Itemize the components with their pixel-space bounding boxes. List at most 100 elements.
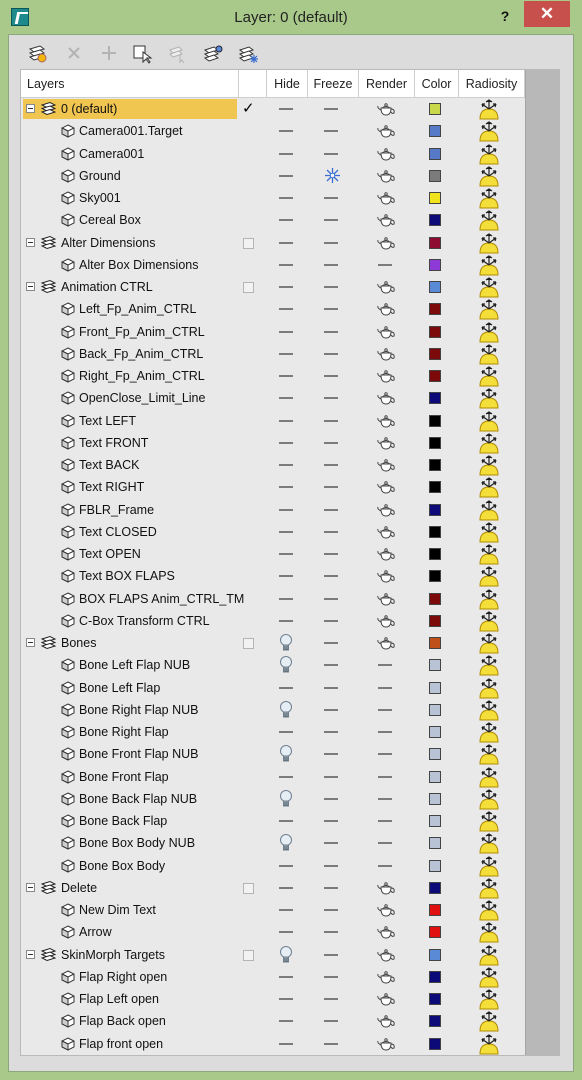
radiosity-toggle-icon[interactable]	[479, 143, 499, 165]
layer-name[interactable]: Alter Dimensions	[61, 232, 155, 254]
hide-toggle-lightbulb-icon[interactable]	[279, 833, 293, 853]
freeze-toggle-snowflake-icon[interactable]	[324, 167, 341, 184]
collapse-toggle-icon[interactable]	[26, 949, 35, 959]
render-toggle-teapot-icon[interactable]	[376, 191, 396, 206]
color-swatch[interactable]	[429, 703, 441, 716]
object-row-flap-front-open[interactable]: Flap front open	[21, 1033, 525, 1055]
close-button[interactable]: ✕	[524, 1, 570, 27]
freeze-toggle[interactable]	[324, 708, 338, 711]
hide-toggle[interactable]	[279, 575, 293, 578]
freeze-toggle[interactable]	[324, 797, 338, 800]
freeze-toggle[interactable]	[324, 197, 338, 199]
color-swatch[interactable]	[429, 192, 441, 204]
radiosity-toggle-icon[interactable]	[479, 967, 499, 988]
render-toggle-teapot-icon[interactable]	[376, 369, 396, 384]
object-row-text-back[interactable]: Text BACK	[21, 454, 525, 476]
radiosity-toggle-icon[interactable]	[479, 344, 499, 365]
freeze-toggle[interactable]	[324, 352, 338, 355]
freeze-toggle[interactable]	[324, 241, 338, 244]
color-swatch[interactable]	[429, 837, 441, 850]
hide-toggle[interactable]	[279, 263, 293, 266]
render-toggle-teapot-icon[interactable]	[376, 236, 396, 251]
radiosity-toggle-icon[interactable]	[479, 1011, 499, 1032]
radiosity-toggle-icon[interactable]	[479, 833, 499, 854]
collapse-toggle-icon[interactable]	[26, 638, 35, 647]
object-name[interactable]: Bone Front Flap NUB	[79, 743, 199, 765]
freeze-toggle[interactable]	[324, 286, 338, 288]
hide-toggle[interactable]	[279, 352, 293, 355]
object-row-cereal-box[interactable]: Cereal Box	[21, 209, 525, 231]
object-name[interactable]: Text BACK	[79, 454, 139, 476]
object-name[interactable]: Bone Back Flap	[79, 810, 167, 832]
freeze-toggle[interactable]	[324, 530, 338, 533]
color-swatch[interactable]	[429, 281, 441, 293]
freeze-toggle[interactable]	[324, 330, 338, 333]
render-toggle[interactable]	[378, 864, 392, 867]
render-toggle-teapot-icon[interactable]	[376, 102, 396, 117]
set-current-layer-checkbox[interactable]	[243, 638, 254, 649]
color-swatch[interactable]	[429, 815, 441, 827]
object-row-ground[interactable]: Ground	[21, 165, 525, 187]
color-swatch[interactable]	[429, 792, 441, 805]
object-name[interactable]: Text FRONT	[79, 432, 148, 454]
radiosity-toggle-icon[interactable]	[479, 232, 499, 254]
render-toggle-teapot-icon[interactable]	[376, 592, 396, 607]
hide-toggle[interactable]	[279, 308, 293, 311]
collapse-toggle-icon[interactable]	[26, 237, 35, 247]
radiosity-toggle-icon[interactable]	[479, 299, 499, 320]
set-current-layer-checkbox[interactable]	[243, 237, 254, 249]
object-row-back-fp-anim-ctrl[interactable]: Back_Fp_Anim_CTRL	[21, 343, 525, 365]
column-header-layers[interactable]: Layers	[21, 70, 239, 98]
hide-toggle[interactable]	[279, 441, 293, 444]
color-swatch[interactable]	[429, 859, 441, 872]
hide-toggle[interactable]	[279, 130, 293, 133]
freeze-toggle[interactable]	[324, 263, 338, 266]
render-toggle-teapot-icon[interactable]	[376, 503, 396, 518]
object-row-left-fp-anim-ctrl[interactable]: Left_Fp_Anim_CTRL	[21, 298, 525, 320]
set-current-layer-checkbox[interactable]	[243, 882, 254, 894]
radiosity-toggle-icon[interactable]	[479, 99, 499, 120]
radiosity-toggle-icon[interactable]	[479, 433, 499, 454]
help-button[interactable]: ?	[492, 5, 518, 27]
render-toggle-teapot-icon[interactable]	[376, 480, 396, 495]
layer-row-delete[interactable]: Delete	[21, 877, 525, 899]
color-swatch[interactable]	[429, 147, 441, 160]
object-name[interactable]: Bone Box Body	[79, 855, 165, 877]
object-row-camera001[interactable]: Camera001	[21, 143, 525, 165]
render-toggle-teapot-icon[interactable]	[376, 458, 396, 473]
object-name[interactable]: New Dim Text	[79, 899, 156, 921]
color-swatch[interactable]	[429, 659, 441, 672]
object-row-c-box-transform-ctrl[interactable]: C-Box Transform CTRL	[21, 610, 525, 632]
object-row-bone-box-body-nub[interactable]: Bone Box Body NUB	[21, 832, 525, 854]
radiosity-toggle-icon[interactable]	[479, 588, 499, 610]
collapse-toggle-icon[interactable]	[26, 104, 35, 113]
color-swatch[interactable]	[429, 414, 441, 427]
object-name[interactable]: Flap Back open	[79, 1010, 166, 1032]
object-name[interactable]: Right_Fp_Anim_CTRL	[79, 365, 205, 387]
layer-name[interactable]: Delete	[61, 877, 97, 899]
object-row-flap-left-open[interactable]: Flap Left open	[21, 988, 525, 1010]
render-toggle[interactable]	[378, 753, 392, 756]
hide-toggle[interactable]	[279, 197, 293, 199]
object-row-bone-left-flap-nub[interactable]: Bone Left Flap NUB	[21, 654, 525, 676]
object-row-new-dim-text[interactable]: New Dim Text	[21, 899, 525, 921]
render-toggle-teapot-icon[interactable]	[376, 169, 396, 184]
object-row-bone-front-flap[interactable]: Bone Front Flap	[21, 766, 525, 788]
object-name[interactable]: Camera001.Target	[79, 120, 183, 142]
color-swatch[interactable]	[429, 970, 441, 983]
object-row-text-closed[interactable]: Text CLOSED	[21, 521, 525, 543]
radiosity-toggle-icon[interactable]	[479, 522, 499, 543]
freeze-toggle[interactable]	[324, 508, 338, 511]
object-name[interactable]: FBLR_Frame	[79, 499, 154, 521]
radiosity-toggle-icon[interactable]	[479, 677, 499, 699]
object-name[interactable]: Front_Fp_Anim_CTRL	[79, 321, 205, 343]
hide-toggle[interactable]	[279, 530, 293, 533]
color-swatch[interactable]	[429, 325, 441, 338]
render-toggle-teapot-icon[interactable]	[376, 391, 396, 406]
color-swatch[interactable]	[429, 525, 441, 538]
hide-toggle-lightbulb-icon[interactable]	[279, 945, 293, 965]
delete-layer-icon[interactable]	[63, 42, 85, 64]
layer-name[interactable]: Bones	[61, 632, 96, 654]
hide-toggle[interactable]	[279, 931, 293, 934]
render-toggle-teapot-icon[interactable]	[376, 436, 396, 451]
